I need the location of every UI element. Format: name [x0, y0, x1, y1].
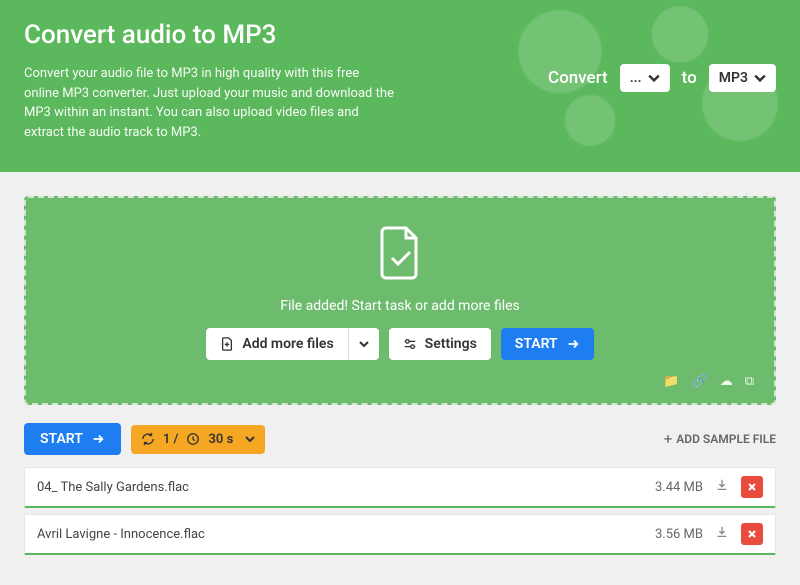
dropzone[interactable]: File added! Start task or add more files… [24, 196, 776, 405]
arrow-right-icon [91, 432, 105, 446]
settings-label: Settings [425, 336, 477, 352]
chevron-down-icon [754, 72, 766, 84]
start-all-button[interactable]: START [24, 423, 121, 455]
repeat-icon [141, 432, 155, 446]
chevron-down-icon [648, 72, 660, 84]
chevron-down-icon [359, 341, 369, 347]
convert-label: Convert [548, 68, 608, 88]
dropzone-actions: Add more files Settings START [46, 328, 754, 360]
add-more-caret[interactable] [348, 328, 379, 360]
dropzone-sources: 📁 🔗 ☁ ⧉ [46, 374, 754, 389]
add-more-button[interactable]: Add more files [206, 328, 347, 360]
add-sample-label: ADD SAMPLE FILE [676, 432, 776, 446]
hero-banner: Convert audio to MP3 Convert your audio … [0, 0, 800, 172]
batch-count: 1 / [163, 432, 179, 447]
download-icon[interactable] [715, 478, 729, 496]
settings-button[interactable]: Settings [389, 328, 491, 360]
file-size: 3.56 MB [655, 527, 703, 542]
from-format-value: ... [630, 70, 642, 86]
batch-time: 30 s [208, 432, 233, 447]
link-icon[interactable]: 🔗 [692, 374, 708, 389]
remove-button[interactable] [741, 476, 763, 498]
file-name: Avril Lavigne - Innocence.flac [37, 527, 643, 542]
chevron-down-icon [245, 436, 255, 442]
batch-dropdown[interactable]: 1 / 30 s [131, 425, 265, 454]
start-button[interactable]: START [501, 328, 594, 360]
remove-button[interactable] [741, 523, 763, 545]
file-size: 3.44 MB [655, 480, 703, 495]
clock-icon [186, 432, 200, 446]
dropzone-message: File added! Start task or add more files [46, 298, 754, 314]
convert-bar: Convert ... to MP3 [548, 64, 776, 92]
download-icon[interactable] [715, 525, 729, 543]
add-more-label: Add more files [242, 336, 333, 352]
to-label: to [682, 68, 697, 88]
folder-icon[interactable]: 📁 [663, 374, 679, 389]
start-label: START [515, 336, 558, 352]
from-format-dropdown[interactable]: ... [620, 64, 670, 92]
dropbox-icon[interactable]: ⧉ [745, 374, 754, 389]
sliders-icon [403, 337, 417, 351]
cloud-icon[interactable]: ☁ [720, 374, 733, 389]
to-format-dropdown[interactable]: MP3 [709, 64, 776, 92]
add-sample-button[interactable]: + ADD SAMPLE FILE [664, 430, 776, 448]
add-more-split: Add more files [206, 328, 378, 360]
action-row: START 1 / 30 s + ADD SAMPLE FILE [24, 423, 776, 455]
to-format-value: MP3 [719, 70, 748, 86]
file-plus-icon [220, 337, 234, 351]
main-content: File added! Start task or add more files… [0, 172, 800, 585]
arrow-right-icon [566, 337, 580, 351]
start-all-label: START [40, 431, 83, 447]
file-check-icon [46, 224, 754, 284]
file-list: 04_ The Sally Gardens.flac 3.44 MB Avril L… [24, 467, 776, 555]
page-title: Convert audio to MP3 [24, 20, 776, 50]
file-row: Avril Lavigne - Innocence.flac 3.56 MB [24, 514, 776, 555]
page-description: Convert your audio file to MP3 in high q… [24, 64, 394, 142]
file-name: 04_ The Sally Gardens.flac [37, 480, 643, 495]
file-row: 04_ The Sally Gardens.flac 3.44 MB [24, 467, 776, 508]
